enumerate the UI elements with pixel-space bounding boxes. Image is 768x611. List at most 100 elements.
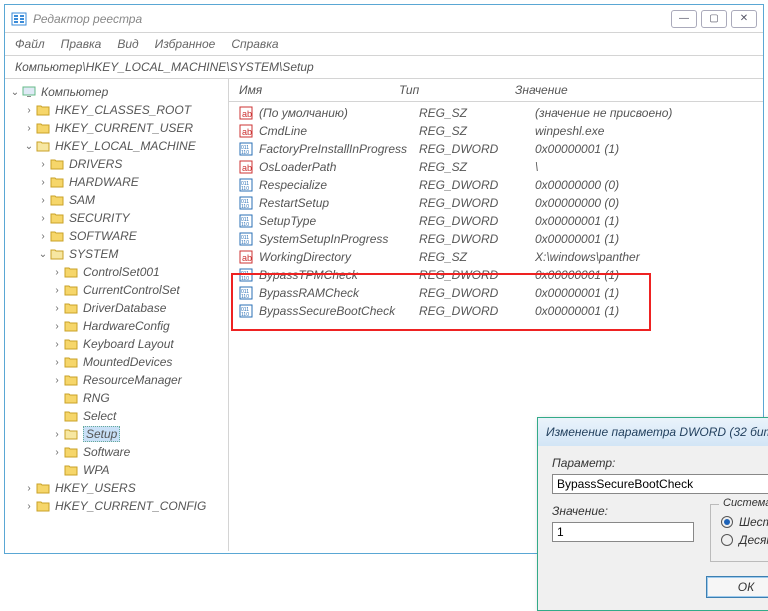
value-row[interactable]: 011110BypassTPMCheckREG_DWORD0x00000001 …: [229, 266, 763, 284]
maximize-button[interactable]: ▢: [701, 10, 727, 28]
radio-hex[interactable]: [721, 516, 733, 528]
tree-item[interactable]: Select: [5, 407, 228, 425]
tree-item[interactable]: WPA: [5, 461, 228, 479]
expand-icon[interactable]: ›: [51, 375, 63, 386]
tree-item[interactable]: ›ResourceManager: [5, 371, 228, 389]
expand-icon[interactable]: ›: [23, 501, 35, 512]
tree-pane[interactable]: ⌄Компьютер›HKEY_CLASSES_ROOT›HKEY_CURREN…: [5, 79, 229, 551]
radio-dec[interactable]: [721, 534, 733, 546]
col-value[interactable]: Значение: [515, 83, 763, 97]
expand-icon[interactable]: ›: [51, 447, 63, 458]
tree-item[interactable]: ›Setup: [5, 425, 228, 443]
folder-icon: [35, 499, 51, 513]
tree-item[interactable]: ⌄HKEY_LOCAL_MACHINE: [5, 137, 228, 155]
minimize-button[interactable]: —: [671, 10, 697, 28]
value-row[interactable]: 011110RestartSetupREG_DWORD0x00000000 (0…: [229, 194, 763, 212]
tree-item[interactable]: › SOFTWARE: [5, 227, 228, 245]
tree-item[interactable]: › HKEY_USERS: [5, 479, 228, 497]
value-row[interactable]: 011110FactoryPreInstallInProgressREG_DWO…: [229, 140, 763, 158]
value-row[interactable]: ab(По умолчанию)REG_SZ(значение не присв…: [229, 104, 763, 122]
tree-label: HardwareConfig: [83, 319, 170, 333]
tree-item[interactable]: ›HKEY_CURRENT_CONFIG: [5, 497, 228, 515]
tree-label: HKEY_CURRENT_USER: [55, 121, 193, 135]
address-bar[interactable]: Компьютер\HKEY_LOCAL_MACHINE\SYSTEM\Setu…: [5, 55, 763, 79]
tree-item[interactable]: › SECURITY: [5, 209, 228, 227]
folder-icon: [49, 211, 65, 225]
expand-icon[interactable]: ⌄: [37, 249, 49, 260]
radio-dec-row[interactable]: Десятичная: [721, 533, 768, 547]
binary-icon: 011110: [237, 304, 255, 318]
expand-icon[interactable]: ⌄: [9, 87, 21, 98]
expand-icon[interactable]: ›: [37, 213, 49, 224]
radio-hex-row[interactable]: Шестнадцатеричная: [721, 515, 768, 529]
value-row[interactable]: abWorkingDirectoryREG_SZX:\windows\panth…: [229, 248, 763, 266]
col-type[interactable]: Тип: [399, 83, 515, 97]
expand-icon[interactable]: ›: [51, 357, 63, 368]
value-row[interactable]: 011110SetupTypeREG_DWORD0x00000001 (1): [229, 212, 763, 230]
value-type: REG_SZ: [419, 124, 535, 138]
value-row[interactable]: 011110BypassSecureBootCheckREG_DWORD0x00…: [229, 302, 763, 320]
svg-text:ab: ab: [242, 109, 252, 119]
expand-icon[interactable]: ›: [37, 177, 49, 188]
tree-item[interactable]: ⌄SYSTEM: [5, 245, 228, 263]
col-name[interactable]: Имя: [229, 83, 399, 97]
value-row[interactable]: 011110SystemSetupInProgressREG_DWORD0x00…: [229, 230, 763, 248]
ok-button[interactable]: ОК: [706, 576, 768, 598]
tree-item[interactable]: RNG: [5, 389, 228, 407]
value-name: BypassTPMCheck: [259, 268, 419, 282]
tree-item[interactable]: ›HARDWARE: [5, 173, 228, 191]
value-row[interactable]: 011110BypassRAMCheckREG_DWORD0x00000001 …: [229, 284, 763, 302]
expand-icon[interactable]: ›: [37, 195, 49, 206]
tree-item[interactable]: ›ControlSet001: [5, 263, 228, 281]
string-icon: ab: [237, 106, 255, 120]
tree-item[interactable]: ⌄Компьютер: [5, 83, 228, 101]
expand-icon[interactable]: ›: [51, 429, 63, 440]
expand-icon[interactable]: ›: [51, 267, 63, 278]
expand-icon[interactable]: ›: [51, 285, 63, 296]
tree-item[interactable]: ›CurrentControlSet: [5, 281, 228, 299]
expand-icon[interactable]: ›: [51, 321, 63, 332]
expand-icon[interactable]: ›: [51, 339, 63, 350]
value-row[interactable]: abCmdLineREG_SZwinpeshl.exe: [229, 122, 763, 140]
expand-icon[interactable]: ›: [23, 123, 35, 134]
list-pane[interactable]: Имя Тип Значение ab(По умолчанию)REG_SZ(…: [229, 79, 763, 551]
tree-label: HKEY_USERS: [55, 481, 136, 495]
tree-item[interactable]: ›DRIVERS: [5, 155, 228, 173]
string-icon: ab: [237, 160, 255, 174]
value-type: REG_DWORD: [419, 304, 535, 318]
menu-view[interactable]: Вид: [117, 37, 138, 51]
tree-item[interactable]: ›Software: [5, 443, 228, 461]
tree-label: SECURITY: [69, 211, 130, 225]
tree-label: SOFTWARE: [69, 229, 137, 243]
tree-item[interactable]: ›DriverDatabase: [5, 299, 228, 317]
menu-favorites[interactable]: Избранное: [155, 37, 216, 51]
tree-item[interactable]: ›MountedDevices: [5, 353, 228, 371]
close-button[interactable]: ✕: [731, 10, 757, 28]
app-icon: [11, 11, 27, 27]
expand-icon[interactable]: ›: [37, 231, 49, 242]
binary-icon: 011110: [237, 286, 255, 300]
tree-item[interactable]: › HKEY_CURRENT_USER: [5, 119, 228, 137]
value-input[interactable]: [552, 522, 694, 542]
expand-icon[interactable]: ›: [37, 159, 49, 170]
expand-icon[interactable]: ⌄: [23, 141, 35, 152]
folder-icon: [49, 229, 65, 243]
expand-icon[interactable]: ›: [23, 105, 35, 116]
value-name: SetupType: [259, 214, 419, 228]
value-data: 0x00000001 (1): [535, 286, 763, 300]
tree-item[interactable]: › HardwareConfig: [5, 317, 228, 335]
value-label: Значение:: [552, 504, 694, 518]
expand-icon[interactable]: ›: [51, 303, 63, 314]
value-row[interactable]: abOsLoaderPathREG_SZ\: [229, 158, 763, 176]
svg-text:ab: ab: [242, 163, 252, 173]
value-name: BypassSecureBootCheck: [259, 304, 419, 318]
param-input[interactable]: [552, 474, 768, 494]
expand-icon[interactable]: ›: [23, 483, 35, 494]
tree-item[interactable]: ›Keyboard Layout: [5, 335, 228, 353]
menu-edit[interactable]: Правка: [61, 37, 102, 51]
menu-file[interactable]: Файл: [15, 37, 45, 51]
tree-item[interactable]: ›HKEY_CLASSES_ROOT: [5, 101, 228, 119]
value-row[interactable]: 011110RespecializeREG_DWORD0x00000000 (0…: [229, 176, 763, 194]
menu-help[interactable]: Справка: [231, 37, 278, 51]
tree-item[interactable]: ›SAM: [5, 191, 228, 209]
